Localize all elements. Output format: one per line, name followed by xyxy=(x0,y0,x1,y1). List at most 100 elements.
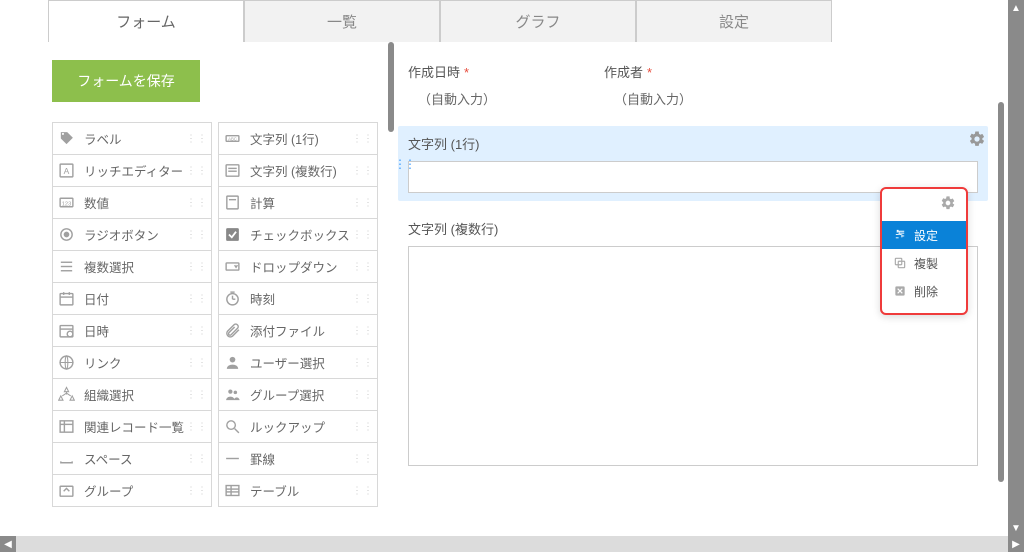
palette-related[interactable]: 関連レコード一覧⋮⋮ xyxy=(52,410,212,443)
save-form-button[interactable]: フォームを保存 xyxy=(52,60,200,102)
grip-icon: ⋮⋮ xyxy=(186,133,208,144)
palette-item-label: グループ xyxy=(84,481,133,500)
window-horizontal-scrollbar[interactable]: ◀ ▶ xyxy=(0,536,1024,552)
palette-item-label: 複数選択 xyxy=(84,257,134,276)
text1-icon: ABC xyxy=(223,129,242,148)
grip-icon: ⋮⋮ xyxy=(352,133,374,144)
svg-text:A: A xyxy=(64,166,70,176)
palette-link[interactable]: リンク ⋮⋮ xyxy=(52,346,212,379)
window-vertical-scrollbar[interactable]: ▲ ▼ xyxy=(1008,0,1024,536)
scroll-right-arrow[interactable]: ▶ xyxy=(1008,536,1024,552)
palette-table[interactable]: テーブル⋮⋮ xyxy=(218,474,378,507)
palette-group[interactable]: グループ ⋮⋮ xyxy=(52,474,212,507)
grip-icon: ⋮⋮ xyxy=(352,357,374,368)
palette-item-label: リンク xyxy=(84,353,122,372)
svg-text:ABC: ABC xyxy=(228,136,237,141)
checkbox-icon xyxy=(223,225,242,244)
scroll-left-arrow[interactable]: ◀ xyxy=(0,536,16,552)
context-delete[interactable]: 削除 xyxy=(882,277,966,305)
tab-form[interactable]: フォーム xyxy=(48,0,244,42)
palette-item-label: 日時 xyxy=(84,321,109,340)
date-icon xyxy=(57,289,76,308)
field-gear-button[interactable] xyxy=(966,128,988,150)
palette-datetime[interactable]: 日時 ⋮⋮ xyxy=(52,314,212,347)
palette-item-label: 文字列 (1行) xyxy=(250,129,319,148)
grip-icon: ⋮⋮ xyxy=(186,389,208,400)
tab-settings[interactable]: 設定 xyxy=(636,0,832,42)
palette-user[interactable]: ユーザー選択⋮⋮ xyxy=(218,346,378,379)
grip-icon: ⋮⋮ xyxy=(352,485,374,496)
palette-item-label: 関連レコード一覧 xyxy=(84,417,184,436)
delete-icon xyxy=(892,284,908,298)
palette-item-label: 計算 xyxy=(250,193,275,212)
context-duplicate[interactable]: 複製 xyxy=(882,249,966,277)
grip-icon: ⋮⋮ xyxy=(352,325,374,336)
dropdown-icon xyxy=(223,257,242,276)
table-icon xyxy=(223,481,242,500)
palette-checkbox[interactable]: チェックボックス⋮⋮ xyxy=(218,218,378,251)
palette-space[interactable]: スペース⋮⋮ xyxy=(52,442,212,475)
palette-time[interactable]: 時刻⋮⋮ xyxy=(218,282,378,315)
drag-handle-icon[interactable]: ⋮⋮ xyxy=(394,157,414,171)
palette-item-label: ラベル xyxy=(84,129,122,148)
palette-dropdown[interactable]: ドロップダウン⋮⋮ xyxy=(218,250,378,283)
text-single-label: 文字列 (1行) xyxy=(408,134,978,153)
datetime-icon xyxy=(57,321,76,340)
multiselect-icon xyxy=(57,257,76,276)
number-icon: 123 xyxy=(57,193,76,212)
palette-groupsel[interactable]: グループ選択⋮⋮ xyxy=(218,378,378,411)
palette-date[interactable]: 日付⋮⋮ xyxy=(52,282,212,315)
palette-item-label: 数値 xyxy=(84,193,109,212)
grip-icon: ⋮⋮ xyxy=(186,357,208,368)
required-mark: * xyxy=(464,65,469,80)
field-context-menu: 設定 複製 削除 xyxy=(880,187,968,315)
attach-icon xyxy=(223,321,242,340)
palette-item-label: スペース xyxy=(84,449,133,468)
palette-item-label: 文字列 (複数行) xyxy=(250,161,337,180)
grip-icon: ⋮⋮ xyxy=(186,325,208,336)
group-icon xyxy=(57,481,76,500)
scroll-up-arrow[interactable]: ▲ xyxy=(1008,0,1024,16)
created-at-label: 作成日時 xyxy=(408,65,460,80)
lookup-icon xyxy=(223,417,242,436)
palette-richtext[interactable]: Aリッチエディター⋮⋮ xyxy=(52,154,212,187)
grip-icon: ⋮⋮ xyxy=(352,421,374,432)
scroll-down-arrow[interactable]: ▼ xyxy=(1008,520,1024,536)
grip-icon: ⋮⋮ xyxy=(352,229,374,240)
gear-icon xyxy=(968,130,986,148)
grip-icon: ⋮⋮ xyxy=(186,485,208,496)
tab-bar: フォーム 一覧 グラフ 設定 xyxy=(48,0,1008,42)
grip-icon: ⋮⋮ xyxy=(352,261,374,272)
creator-field: 作成者* （自動入力） xyxy=(604,62,800,108)
palette-org[interactable]: 組織選択 ⋮⋮ xyxy=(52,378,212,411)
grip-icon: ⋮⋮ xyxy=(186,197,208,208)
menu-gear-icon xyxy=(940,195,956,211)
grip-icon: ⋮⋮ xyxy=(186,165,208,176)
grip-icon: ⋮⋮ xyxy=(186,421,208,432)
palette-item-label: ルックアップ xyxy=(250,417,325,436)
grip-icon: ⋮⋮ xyxy=(186,293,208,304)
palette-number[interactable]: 123 数値 ⋮⋮ xyxy=(52,186,212,219)
palette-attach[interactable]: 添付ファイル⋮⋮ xyxy=(218,314,378,347)
created-at-value: （自動入力） xyxy=(408,89,604,108)
svg-text:123: 123 xyxy=(62,201,71,207)
canvas-scrollbar[interactable] xyxy=(998,102,1004,482)
palette-radio[interactable]: ラジオボタン⋮⋮ xyxy=(52,218,212,251)
org-icon xyxy=(57,385,76,404)
tab-graph[interactable]: グラフ xyxy=(440,0,636,42)
palette-tag[interactable]: ラベル ⋮⋮ xyxy=(52,122,212,155)
field-palette-sidebar: フォームを保存 ラベル⋮⋮ABC文字列 (1行)⋮⋮Aリッチエディター⋮⋮文字列… xyxy=(48,42,386,507)
palette-multiselect[interactable]: 複数選択⋮⋮ xyxy=(52,250,212,283)
tab-list[interactable]: 一覧 xyxy=(244,0,440,42)
palette-item-label: 組織選択 xyxy=(84,385,134,404)
context-settings[interactable]: 設定 xyxy=(882,221,966,249)
time-icon xyxy=(223,289,242,308)
palette-lookup[interactable]: ルックアップ ⋮⋮ xyxy=(218,410,378,443)
palette-textmulti[interactable]: 文字列 (複数行)⋮⋮ xyxy=(218,154,378,187)
context-duplicate-label: 複製 xyxy=(914,255,938,272)
palette-calc[interactable]: 計算⋮⋮ xyxy=(218,186,378,219)
context-delete-label: 削除 xyxy=(914,283,938,300)
palette-line[interactable]: 罫線⋮⋮ xyxy=(218,442,378,475)
link-icon xyxy=(57,353,76,372)
palette-text1[interactable]: ABC 文字列 (1行) ⋮⋮ xyxy=(218,122,378,155)
